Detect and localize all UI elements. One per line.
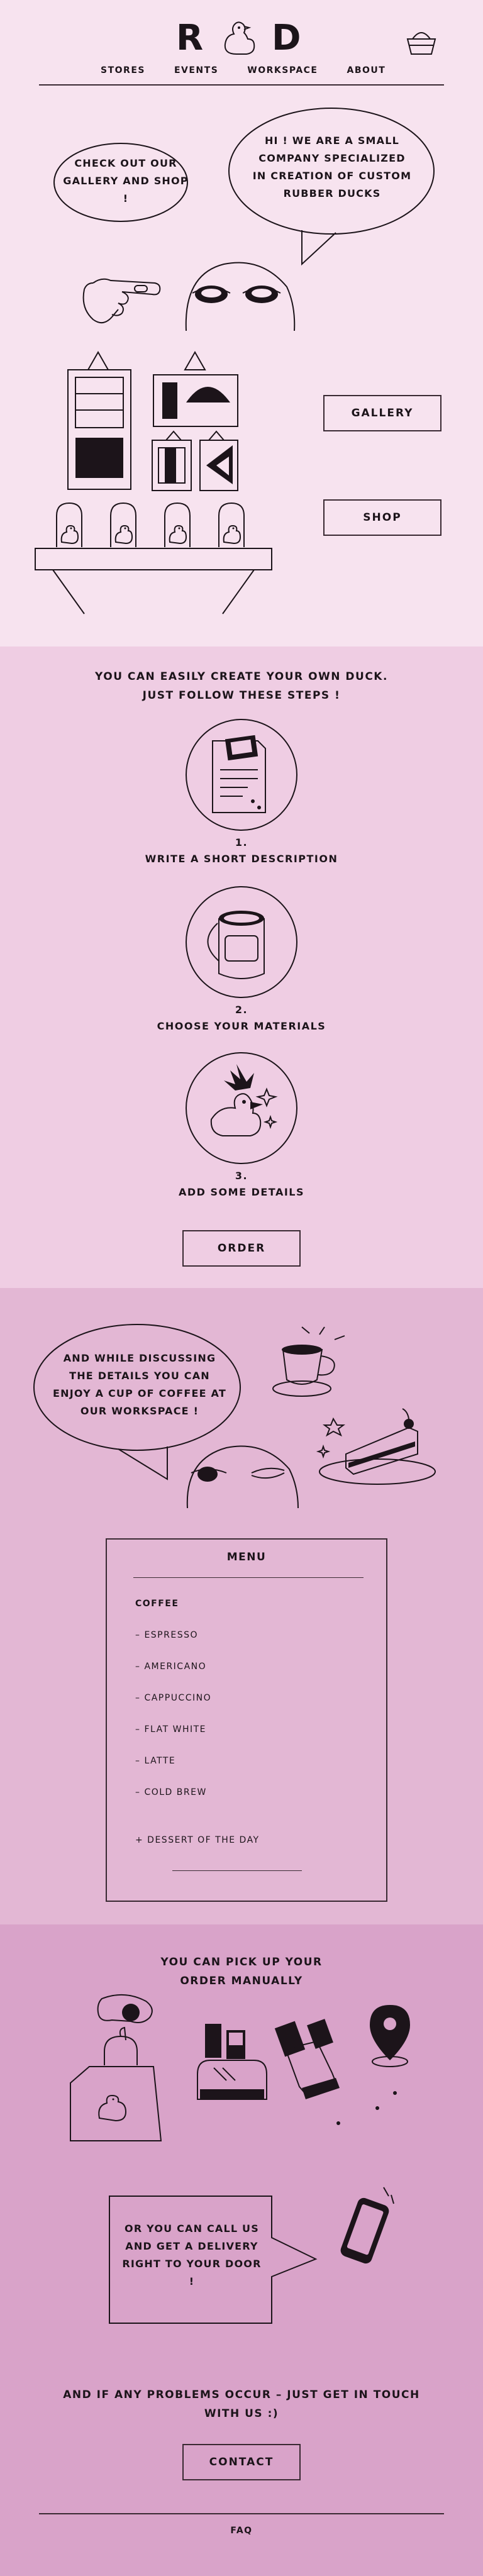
pointing-hand-icon: [82, 278, 161, 324]
pickup-heading-line1: YOU CAN PICK UP YOUR: [160, 1956, 323, 1968]
delivery-bubble-text: OR YOU CAN CALL US AND GET A DELIVERY RI…: [122, 2223, 262, 2287]
step-2-number: 2.: [235, 1004, 248, 1016]
main-nav: STORES EVENTS WORKSPACE ABOUT: [101, 65, 390, 79]
paint-bucket-icon: [186, 886, 297, 998]
bubble-right-text: HI ! WE ARE A SMALL COMPANY SPECIALIZED …: [252, 135, 412, 199]
winking-face-icon: [186, 1445, 299, 1509]
steps-section: YOU CAN EASILY CREATE YOUR OWN DUCK. JUS…: [0, 647, 483, 1288]
menu-title-divider: [133, 1577, 364, 1578]
cash-register-icon: [197, 2024, 267, 2100]
step-1-label: WRITE A SHORT DESCRIPTION: [145, 853, 338, 865]
document-icon: [186, 719, 297, 831]
basket-icon[interactable]: [404, 25, 439, 57]
menu-dessert: + DESSERT OF THE DAY: [135, 1835, 260, 1845]
nav-workspace[interactable]: WORKSPACE: [247, 65, 318, 79]
contact-line2: WITH US :): [204, 2407, 279, 2420]
logo-letter-r: R: [176, 18, 204, 58]
step-3-label: ADD SOME DETAILS: [179, 1186, 304, 1198]
shopping-bag-hand-icon: [70, 1994, 162, 2141]
duck-logo-icon: [224, 21, 255, 55]
steps-heading-line1: YOU CAN EASILY CREATE YOUR OWN DUCK.: [95, 670, 388, 683]
sleepy-face-icon: [185, 262, 296, 331]
path-dots: [336, 2091, 397, 2125]
nav-events[interactable]: EVENTS: [174, 65, 218, 79]
contact-line1: AND IF ANY PROBLEMS OCCUR – JUST GET IN …: [63, 2389, 420, 2401]
menu-item: – LATTE: [135, 1756, 176, 1766]
logo-letter-d: D: [272, 18, 301, 58]
contact-button[interactable]: CONTACT: [182, 2444, 301, 2480]
menu-item: – CAPPUCCINO: [135, 1693, 212, 1703]
shop-button[interactable]: SHOP: [323, 499, 441, 536]
location-pin-icon: [370, 2005, 410, 2067]
header-divider: [39, 84, 444, 86]
step-2-label: CHOOSE YOUR MATERIALS: [157, 1020, 326, 1032]
faq-link[interactable]: FAQ: [0, 2526, 483, 2536]
phone-icon: [340, 2187, 394, 2264]
hero-section: R D STORES EVENTS WORKSPACE ABOUT CHECK …: [0, 0, 483, 647]
pickup-section: YOU CAN PICK UP YOUR ORDER MANUALLY OR Y…: [0, 1924, 483, 2576]
nav-stores[interactable]: STORES: [101, 65, 145, 79]
gallery-frames-illustration: [67, 350, 238, 491]
bubble-left-text: CHECK OUT OUR GALLERY AND SHOP !: [63, 157, 189, 204]
menu-card: [106, 1538, 387, 1902]
menu-item: – COLD BREW: [135, 1787, 207, 1797]
duck-shelf-illustration: [35, 502, 272, 614]
workspace-bubble-text: AND WHILE DISCUSSING THE DETAILS YOU CAN…: [52, 1352, 227, 1417]
footer-divider: [39, 2513, 444, 2514]
order-button[interactable]: ORDER: [182, 1230, 301, 1267]
step-1-number: 1.: [235, 836, 248, 848]
nav-about[interactable]: ABOUT: [347, 65, 386, 79]
pickup-heading-line2: ORDER MANUALLY: [180, 1975, 303, 1987]
menu-item: – FLAT WHITE: [135, 1724, 207, 1735]
menu-title: MENU: [226, 1551, 267, 1563]
logo[interactable]: R D: [176, 18, 308, 62]
coffee-cup-icon: [272, 1326, 345, 1397]
gallery-button[interactable]: GALLERY: [323, 395, 441, 431]
cake-slice-icon: [316, 1408, 436, 1485]
punk-duck-icon: [186, 1052, 297, 1164]
step-3-number: 3.: [235, 1170, 248, 1182]
menu-bottom-divider: [172, 1870, 302, 1871]
workspace-section: AND WHILE DISCUSSING THE DETAILS YOU CAN…: [0, 1288, 483, 1924]
menu-category: COFFEE: [135, 1599, 179, 1609]
steps-heading-line2: JUST FOLLOW THESE STEPS !: [142, 689, 341, 702]
menu-item: – AMERICANO: [135, 1662, 207, 1672]
menu-item: – ESPRESSO: [135, 1630, 198, 1640]
